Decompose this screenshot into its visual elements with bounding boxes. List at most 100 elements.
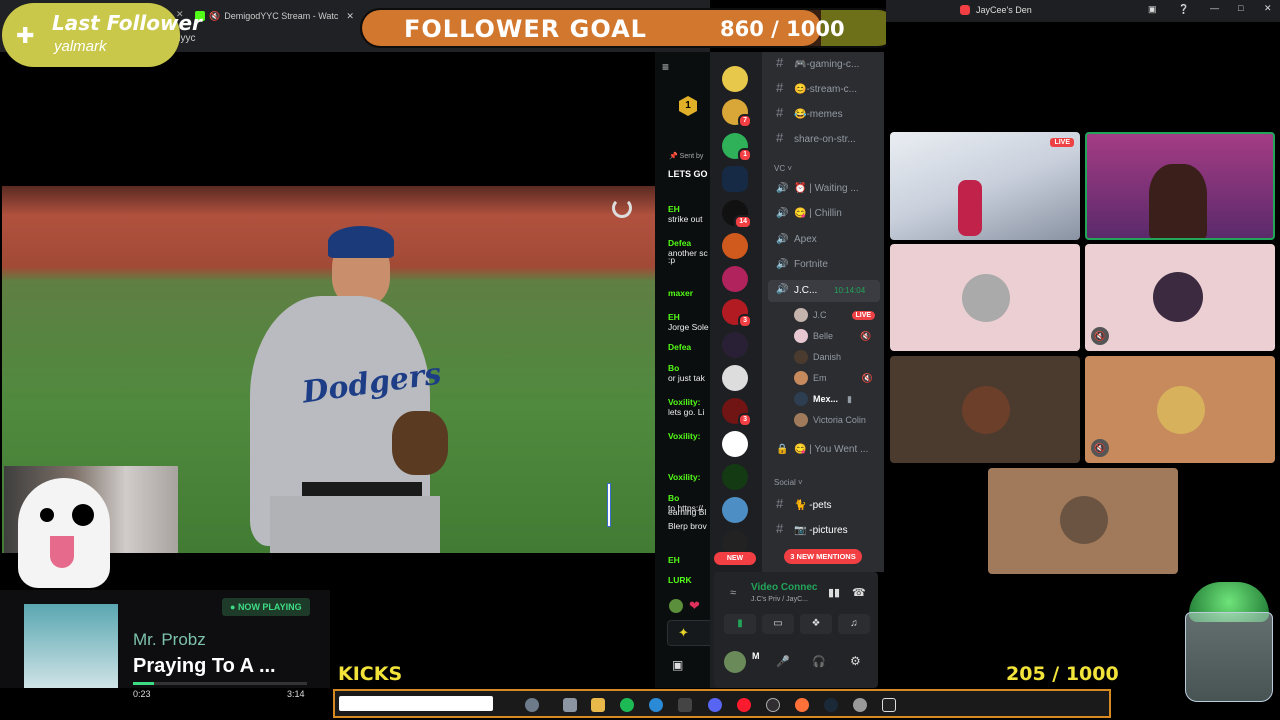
- obs-icon[interactable]: [766, 698, 780, 712]
- server-icon-7[interactable]: [722, 266, 748, 292]
- minimize-icon[interactable]: —: [1210, 3, 1219, 13]
- camera-button[interactable]: ▮: [724, 614, 756, 634]
- voice-channel-apex[interactable]: 🔊 Apex: [776, 234, 817, 245]
- gift-icon[interactable]: ▣: [672, 658, 683, 672]
- calculator-icon[interactable]: [678, 698, 692, 712]
- user-avatar: [962, 386, 1010, 434]
- server-icon-trading[interactable]: [722, 166, 748, 192]
- video-tile-fortnite[interactable]: LIVE: [890, 132, 1080, 240]
- video-tile-user-2[interactable]: 🔇: [1085, 244, 1275, 351]
- collapse-chat-icon[interactable]: ≡: [662, 60, 669, 74]
- video-tile-user-5[interactable]: [988, 468, 1178, 574]
- server-icon-3[interactable]: 1: [722, 133, 752, 162]
- screen-share-button[interactable]: ▭: [762, 614, 794, 634]
- lock-icon: 🔒: [776, 444, 789, 455]
- voice-user-mex[interactable]: Mex... ▮: [794, 392, 852, 406]
- epic-games-icon[interactable]: [882, 698, 896, 712]
- activity-button[interactable]: ❖: [800, 614, 832, 634]
- server-icon-minion[interactable]: [722, 66, 748, 92]
- server-icon-6[interactable]: [722, 233, 748, 259]
- discord-icon[interactable]: [708, 698, 722, 712]
- chat-username[interactable]: LURK: [668, 575, 692, 585]
- chat-username[interactable]: maxer: [668, 288, 693, 298]
- server-icon-9[interactable]: [722, 332, 748, 358]
- chat-username[interactable]: Bo: [668, 363, 679, 373]
- emote-picker-icon[interactable]: [669, 599, 683, 613]
- taskbar-search-box[interactable]: [339, 696, 493, 711]
- chat-username[interactable]: EH: [668, 204, 680, 214]
- chat-username[interactable]: Voxility:: [668, 431, 700, 441]
- spotify-icon[interactable]: [620, 698, 634, 712]
- server-icon-8[interactable]: 3: [722, 299, 752, 328]
- voice-channel-active[interactable]: 🔊 J.C... 10:14:04: [768, 280, 880, 302]
- chat-username[interactable]: EH: [668, 555, 680, 565]
- voice-channel-fortnite[interactable]: 🔊 Fortnite: [776, 259, 828, 270]
- voice-channel-locked[interactable]: 🔒 😋 | You Went ...: [776, 444, 868, 455]
- close-icon[interactable]: ✕: [1264, 3, 1272, 14]
- settings-gear-icon[interactable]: ⚙: [850, 654, 861, 668]
- voice-user-danish[interactable]: Danish: [794, 350, 841, 364]
- noise-suppression-icon[interactable]: ▮▮: [828, 586, 840, 599]
- loading-spinner-icon: [612, 198, 632, 218]
- category-social[interactable]: Social ˅: [774, 478, 803, 487]
- steam-icon[interactable]: [824, 698, 838, 712]
- server-icon-11[interactable]: 3: [722, 398, 752, 427]
- video-tile-user-3[interactable]: [890, 356, 1080, 463]
- channel-stream[interactable]: # 😊-stream-c...: [776, 80, 857, 95]
- voice-user-jc[interactable]: J.C LIVE: [794, 308, 876, 322]
- server-icon-12[interactable]: [722, 431, 748, 457]
- file-explorer-icon[interactable]: [591, 698, 605, 712]
- tab-close-icon[interactable]: ✕: [346, 11, 354, 22]
- opera-icon[interactable]: [737, 698, 751, 712]
- chat-username[interactable]: Defea: [668, 238, 691, 248]
- soundboard-button[interactable]: ♫: [838, 614, 870, 634]
- chat-input[interactable]: ✦: [667, 620, 710, 646]
- server-icon-14[interactable]: [722, 497, 748, 523]
- video-tile-user-1[interactable]: [890, 244, 1080, 351]
- user-name: Em: [813, 373, 827, 383]
- maximize-icon[interactable]: □: [1238, 3, 1243, 13]
- channel-gaming[interactable]: # 🎮-gaming-c...: [776, 55, 859, 70]
- video-tile-user-4[interactable]: 🔇: [1085, 356, 1275, 463]
- chat-username[interactable]: Defea: [668, 342, 691, 352]
- new-pill[interactable]: NEW: [714, 552, 756, 565]
- headphones-icon[interactable]: 🎧: [812, 655, 826, 668]
- new-mentions-pill[interactable]: 3 NEW MENTIONS: [784, 549, 862, 564]
- chat-username[interactable]: Voxility:: [668, 397, 700, 407]
- heart-icon[interactable]: ❤: [689, 598, 700, 614]
- channel-memes[interactable]: # 😂-memes: [776, 105, 843, 120]
- category-label: Social: [774, 478, 796, 487]
- channel-pets[interactable]: # 🐈 -pets: [776, 496, 831, 511]
- user-avatar[interactable]: [724, 651, 746, 673]
- voice-connection-panel: ≈ Video Connec J.C's Priv / JayC... ▮▮ ☎…: [714, 572, 878, 688]
- chat-username[interactable]: Voxility:: [668, 472, 700, 482]
- voice-channel-waiting[interactable]: 🔊 ⏰ | Waiting ...: [776, 183, 859, 194]
- chat-username[interactable]: EH: [668, 312, 680, 322]
- voice-user-em[interactable]: Em 🔇: [794, 371, 873, 385]
- widgets-icon[interactable]: [525, 698, 539, 712]
- server-icon-10[interactable]: [722, 365, 748, 391]
- category-vc[interactable]: VC ˅: [774, 164, 792, 173]
- edge-icon[interactable]: [649, 698, 663, 712]
- inbox-icon[interactable]: ▣: [1148, 4, 1157, 15]
- disconnect-icon[interactable]: ☎: [852, 586, 866, 599]
- microphone-icon[interactable]: 🎤: [776, 655, 790, 668]
- voice-user-victoria[interactable]: Victoria Colin: [794, 413, 866, 427]
- help-icon[interactable]: ❔: [1178, 4, 1189, 15]
- channel-share[interactable]: # share-on-str...: [776, 130, 856, 145]
- voice-user-belle[interactable]: Belle 🔇: [794, 329, 871, 343]
- server-icon-13[interactable]: [722, 464, 748, 490]
- settings-icon[interactable]: [853, 698, 867, 712]
- server-icon-2[interactable]: 7: [722, 99, 752, 128]
- firefox-icon[interactable]: [795, 698, 809, 712]
- chat-message: EH: [668, 555, 680, 565]
- muted-speaker-icon[interactable]: 🔇: [209, 11, 220, 22]
- video-tile-webcam[interactable]: [1085, 132, 1275, 240]
- webcam-person: [1149, 164, 1207, 238]
- task-view-icon[interactable]: [563, 698, 577, 712]
- server-icon-5[interactable]: 14: [722, 200, 752, 229]
- channel-pictures[interactable]: # 📷 -pictures: [776, 521, 848, 536]
- voice-channel-chillin[interactable]: 🔊 😋 | Chillin: [776, 208, 842, 219]
- chat-username[interactable]: Bo: [668, 493, 679, 503]
- browser-tab-active[interactable]: 🔇 DemigodYYC Stream - Watc ✕: [195, 6, 355, 26]
